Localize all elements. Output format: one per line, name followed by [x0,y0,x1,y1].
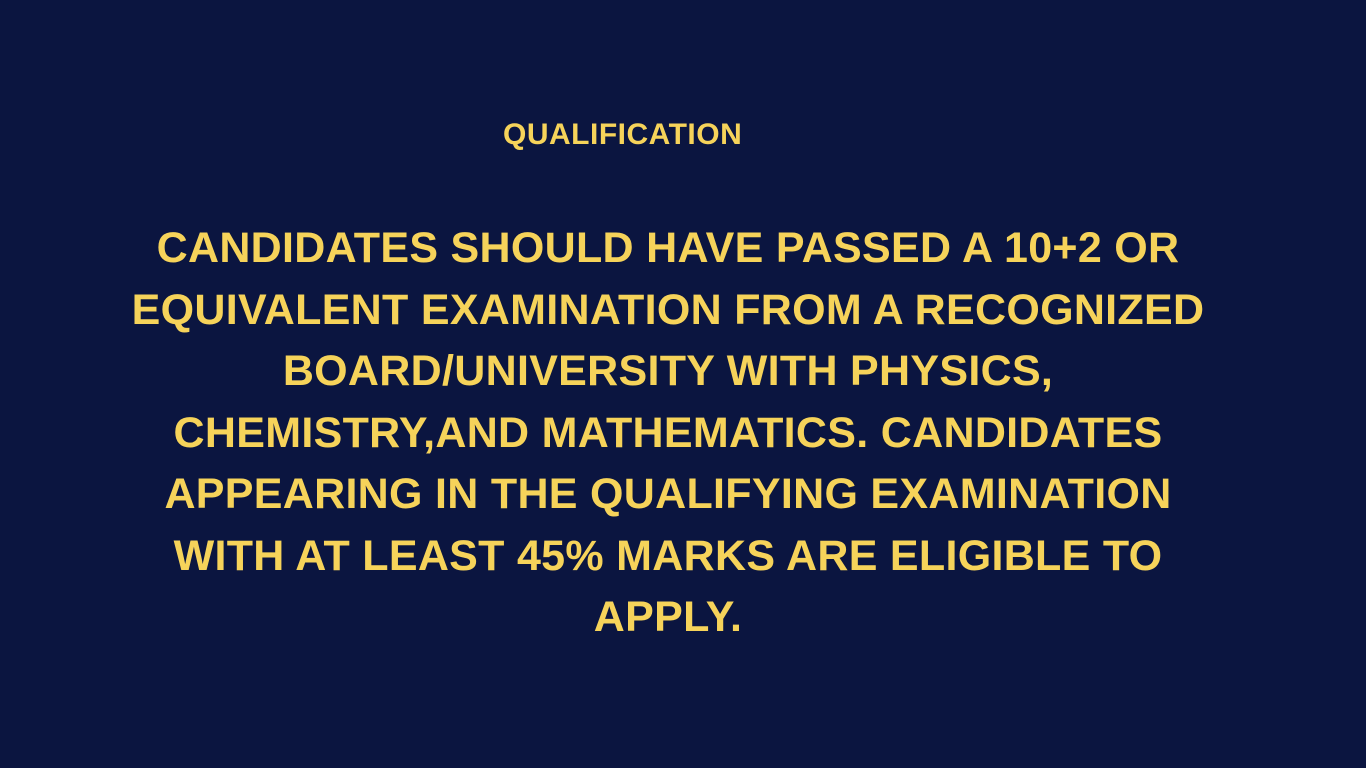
slide: QUALIFICATION CANDIDATES SHOULD HAVE PAS… [0,0,1366,768]
slide-heading: QUALIFICATION [503,118,743,151]
qualification-text: CANDIDATES SHOULD HAVE PASSED A 10+2 OR … [131,224,1205,641]
